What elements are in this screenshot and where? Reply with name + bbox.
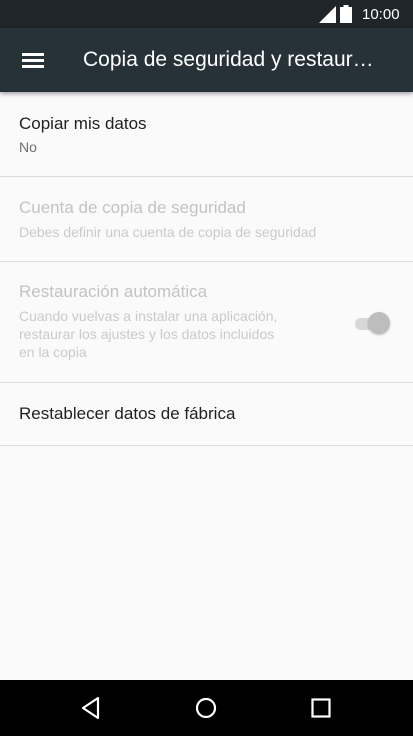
setting-summary-line: Cuando vuelvas a instalar una aplicación… [19,308,278,324]
setting-restablecer-datos-fabrica[interactable]: Restablecer datos de fábrica [0,383,413,446]
status-bar: 10:00 [0,0,413,28]
back-icon[interactable] [78,694,106,722]
toggle-thumb [368,312,390,334]
navigation-bar [0,680,413,736]
battery-icon [340,5,352,23]
cell-signal-icon [319,6,336,23]
setting-restauracion-automatica: Restauración automática Cuando vuelvas a… [0,262,413,383]
setting-title: Restauración automática [19,282,208,301]
setting-copiar-mis-datos[interactable]: Copiar mis datos No [0,92,413,177]
home-icon[interactable] [192,694,220,722]
auto-restore-toggle [353,311,391,335]
setting-summary-line: en la copia [19,344,87,360]
setting-title: Restablecer datos de fábrica [19,404,236,423]
setting-title: Cuenta de copia de seguridad [19,198,246,217]
recents-icon[interactable] [307,694,335,722]
hamburger-menu-icon[interactable] [14,42,50,78]
setting-summary: No [19,139,37,155]
setting-summary-line: restaurar los ajustes y los datos inclui… [19,326,275,342]
setting-summary: Debes definir una cuenta de copia de seg… [19,224,317,240]
app-bar: Copia de seguridad y restaur… [0,28,413,92]
setting-cuenta-copia-seguridad: Cuenta de copia de seguridad Debes defin… [0,177,413,262]
setting-title: Copiar mis datos [19,114,147,133]
status-time: 10:00 [362,6,400,23]
page-title: Copia de seguridad y restaur… [83,48,374,71]
